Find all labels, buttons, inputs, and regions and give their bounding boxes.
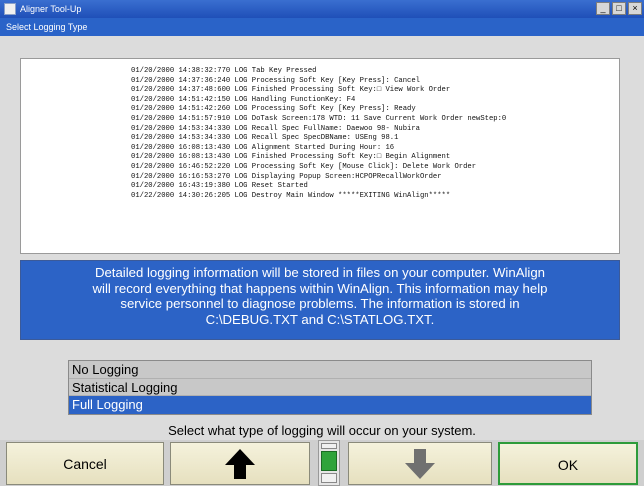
dialog-content: 01/20/2000 14:38:32:770 LOG Tab Key Pres… <box>0 36 644 440</box>
scroll-thumb <box>321 451 337 471</box>
window-title: Aligner Tool-Up <box>20 4 82 14</box>
dialog-title: Select Logging Type <box>0 18 644 36</box>
info-line: service personnel to diagnose problems. … <box>120 296 520 311</box>
info-line: Detailed logging information will be sto… <box>94 265 546 280</box>
window-controls: _ □ × <box>596 2 642 15</box>
scroll-up-button[interactable] <box>170 442 310 485</box>
log-line: 01/20/2000 14:37:36:240 LOG Processing S… <box>131 76 420 85</box>
log-line: 01/20/2000 16:08:13:430 LOG Finished Pro… <box>131 153 451 162</box>
app-icon <box>4 3 16 15</box>
info-message: Detailed logging information will be sto… <box>20 260 620 340</box>
log-line: 01/20/2000 14:37:48:600 LOG Finished Pro… <box>131 86 451 95</box>
info-line: C:\DEBUG.TXT and C:\STATLOG.TXT. <box>205 311 435 327</box>
scroll-position-indicator <box>318 440 340 486</box>
log-line: 01/20/2000 16:08:13:430 LOG Alignment St… <box>131 143 395 152</box>
window-titlebar: Aligner Tool-Up _ □ × <box>0 0 644 18</box>
log-preview: 01/20/2000 14:38:32:770 LOG Tab Key Pres… <box>20 58 620 254</box>
logging-type-list[interactable]: No Logging Statistical Logging Full Loggin… <box>68 360 592 415</box>
info-line: will record everything that happens with… <box>92 280 548 296</box>
close-button[interactable]: × <box>628 2 642 15</box>
log-line: 01/20/2000 16:46:52:220 LOG Processing S… <box>131 162 477 171</box>
log-line: 01/22/2000 14:30:26:205 LOG Destroy Main… <box>131 191 451 200</box>
logging-option[interactable]: No Logging <box>69 361 591 379</box>
log-line: 01/20/2000 16:43:19:380 LOG Reset Starte… <box>131 182 308 191</box>
up-arrow-icon <box>225 448 255 479</box>
cancel-button[interactable]: Cancel <box>6 442 164 485</box>
logging-option[interactable]: Full Logging <box>69 396 591 414</box>
scroll-down-button[interactable] <box>348 442 492 485</box>
log-line: 01/20/2000 16:16:53:270 LOG Displaying P… <box>131 172 442 181</box>
ok-button[interactable]: OK <box>498 442 638 485</box>
log-line: 01/20/2000 14:53:34:330 LOG Recall Spec … <box>131 134 399 143</box>
log-line: 01/20/2000 14:51:42:260 LOG Processing S… <box>131 105 416 114</box>
down-arrow-icon <box>405 448 435 479</box>
log-line: 01/20/2000 14:51:57:910 LOG DoTask Scree… <box>131 114 507 123</box>
logging-option[interactable]: Statistical Logging <box>69 379 591 397</box>
selection-prompt: Select what type of logging will occur o… <box>168 423 476 438</box>
scroll-track-top <box>321 443 337 449</box>
minimize-button[interactable]: _ <box>596 2 610 15</box>
scroll-track-bottom <box>321 473 337 483</box>
maximize-button[interactable]: □ <box>612 2 626 15</box>
log-line: 01/20/2000 14:38:32:770 LOG Tab Key Pres… <box>131 67 317 75</box>
log-line: 01/20/2000 14:53:34:330 LOG Recall Spec … <box>131 124 420 133</box>
log-line: 01/20/2000 14:51:42:150 LOG Handling Fun… <box>131 95 356 104</box>
